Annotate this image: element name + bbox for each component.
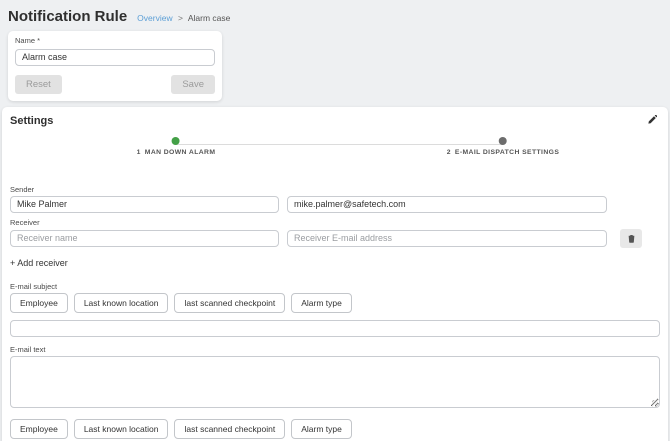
- step-1-number: 1: [137, 149, 141, 156]
- subject-tag-employee[interactable]: Employee: [10, 293, 68, 313]
- email-text-textarea[interactable]: [10, 356, 660, 408]
- email-text-label: E-mail text: [10, 345, 660, 354]
- page-title: Notification Rule: [8, 8, 127, 25]
- page-header: Notification Rule Overview > Alarm case: [0, 0, 670, 27]
- breadcrumb: Overview > Alarm case: [137, 13, 230, 23]
- name-card: Name * Reset Save: [8, 31, 222, 101]
- remove-receiver-button[interactable]: [620, 229, 642, 248]
- name-label: Name *: [15, 36, 215, 45]
- sender-name-input[interactable]: [10, 196, 279, 213]
- edit-settings-button[interactable]: [644, 113, 660, 129]
- receiver-label: Receiver: [10, 218, 660, 227]
- add-receiver-link[interactable]: + Add receiver: [10, 258, 68, 268]
- sender-label: Sender: [10, 185, 660, 194]
- step-2-label: E-MAIL DISPATCH SETTINGS: [455, 149, 559, 156]
- step-1-label: MAN DOWN ALARM: [145, 149, 216, 156]
- name-input[interactable]: [15, 49, 215, 66]
- receiver-row: [10, 229, 660, 248]
- text-tag-employee[interactable]: Employee: [10, 419, 68, 439]
- subject-tag-last-known-location[interactable]: Last known location: [74, 293, 169, 313]
- step-email-dispatch-settings[interactable]: 2 E-MAIL DISPATCH SETTINGS: [447, 137, 560, 156]
- settings-card: Settings 1 MAN DOWN ALARM 2 E-MAIL DISPATC…: [2, 107, 668, 441]
- text-tag-row: Employee Last known location last scanne…: [10, 419, 660, 439]
- pencil-icon: [647, 113, 657, 128]
- step-2-dot: [499, 137, 507, 145]
- text-tag-last-known-location[interactable]: Last known location: [74, 419, 169, 439]
- text-tag-alarm-type[interactable]: Alarm type: [291, 419, 352, 439]
- email-subject-input[interactable]: [10, 320, 660, 337]
- sender-email-input[interactable]: [287, 196, 607, 213]
- wizard-stepper: 1 MAN DOWN ALARM 2 E-MAIL DISPATCH SETTING…: [8, 137, 662, 171]
- email-subject-label: E-mail subject: [10, 282, 660, 291]
- name-save-button[interactable]: Save: [171, 75, 215, 94]
- settings-title: Settings: [8, 113, 662, 127]
- reset-button[interactable]: Reset: [15, 75, 62, 94]
- subject-tag-row: Employee Last known location last scanne…: [10, 293, 660, 313]
- step-1-dot: [172, 137, 180, 145]
- text-tag-last-scanned-checkpoint[interactable]: last scanned checkpoint: [174, 419, 285, 439]
- sender-row: [10, 196, 660, 213]
- subject-tag-alarm-type[interactable]: Alarm type: [291, 293, 352, 313]
- breadcrumb-separator: >: [178, 13, 183, 23]
- breadcrumb-overview-link[interactable]: Overview: [137, 13, 172, 23]
- receiver-email-input[interactable]: [287, 230, 607, 247]
- step-2-number: 2: [447, 149, 451, 156]
- receiver-name-input[interactable]: [10, 230, 279, 247]
- trash-icon: [628, 231, 635, 246]
- subject-tag-last-scanned-checkpoint[interactable]: last scanned checkpoint: [174, 293, 285, 313]
- step-man-down-alarm[interactable]: 1 MAN DOWN ALARM: [137, 137, 216, 156]
- breadcrumb-current: Alarm case: [188, 13, 231, 23]
